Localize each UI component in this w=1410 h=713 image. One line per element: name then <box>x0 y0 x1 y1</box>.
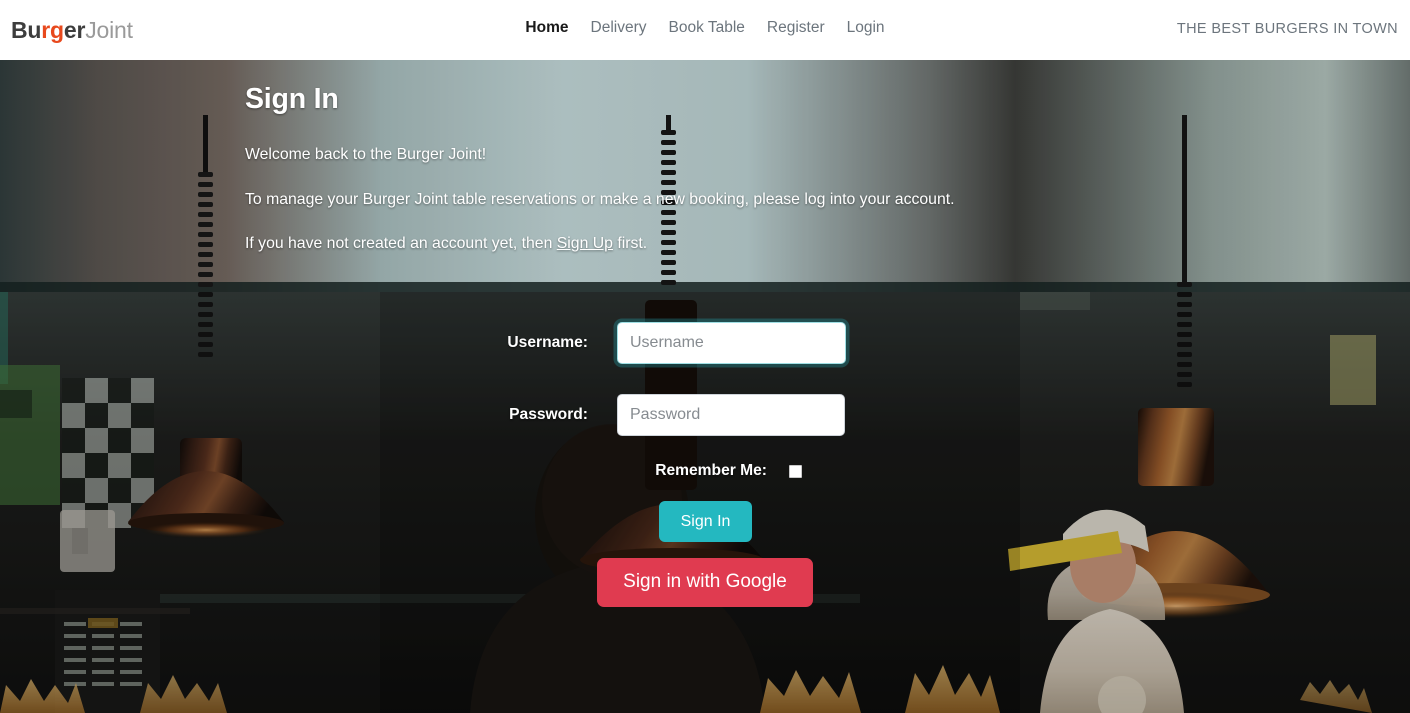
username-row: Username: <box>0 322 1410 364</box>
hero-text-block: Sign In Welcome back to the Burger Joint… <box>245 60 1245 254</box>
username-field-wrap <box>617 322 846 364</box>
sign-in-form: Username: Password: Remember Me: Sign In… <box>0 322 1410 607</box>
nav-link-home[interactable]: Home <box>525 19 568 37</box>
hero-paragraph-signup: If you have not created an account yet, … <box>245 210 1245 254</box>
remember-me-checkbox[interactable] <box>789 464 802 478</box>
username-label: Username: <box>507 334 588 351</box>
password-field-wrap <box>617 394 845 436</box>
sign-in-button[interactable]: Sign In <box>658 501 753 543</box>
password-label: Password: <box>509 406 588 423</box>
nav-link-book-table[interactable]: Book Table <box>668 19 744 37</box>
site-tagline: THE BEST BURGERS IN TOWN <box>1176 21 1398 37</box>
password-input[interactable] <box>617 394 845 436</box>
username-input[interactable] <box>617 322 846 364</box>
signin-button-row: Sign In <box>0 501 1410 543</box>
nav-link-delivery[interactable]: Delivery <box>591 19 647 37</box>
google-button-row: Sign in with Google <box>0 558 1410 607</box>
nav-link-register[interactable]: Register <box>767 19 825 37</box>
hero-paragraph-welcome: Welcome back to the Burger Joint! <box>245 146 487 164</box>
remember-me-label: Remember Me: <box>655 462 767 479</box>
nav-link-login[interactable]: Login <box>847 19 885 37</box>
signup-text-after: first. <box>612 234 648 252</box>
sign-in-with-google-button[interactable]: Sign in with Google <box>597 558 813 607</box>
password-row: Password: <box>0 394 1410 436</box>
page-title: Sign In <box>245 83 339 115</box>
sign-up-link[interactable]: Sign Up <box>557 235 613 252</box>
hero-section: Sign In Welcome back to the Burger Joint… <box>0 60 1410 713</box>
top-navbar: BurgerJoint Home Delivery Book Table Reg… <box>0 0 1410 60</box>
hero-paragraph-instructions: To manage your Burger Joint table reserv… <box>245 190 955 208</box>
remember-me-row: Remember Me: <box>0 462 1410 480</box>
signup-text-before: If you have not created an account yet, … <box>245 234 557 252</box>
